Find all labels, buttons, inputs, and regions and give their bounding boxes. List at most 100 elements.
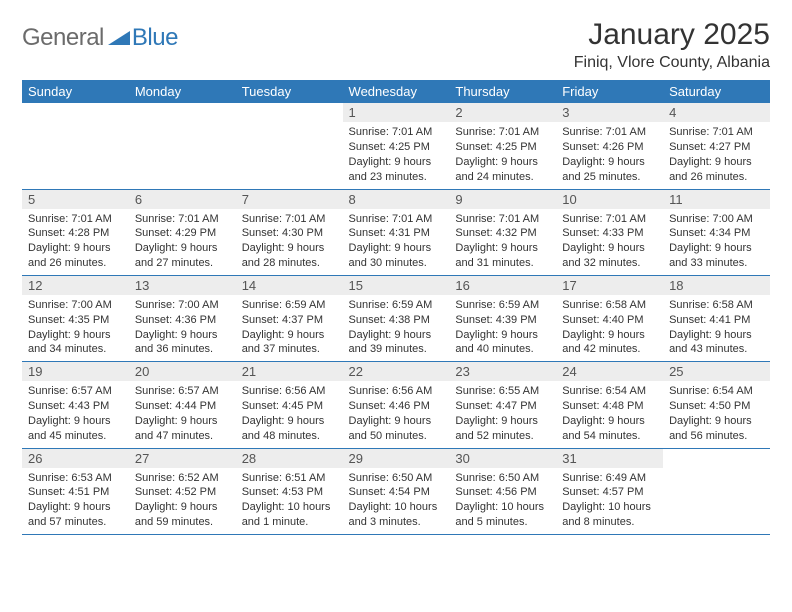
day-number: 20 (129, 362, 236, 381)
day-info: Sunrise: 7:01 AMSunset: 4:27 PMDaylight:… (663, 122, 770, 188)
calendar-day-cell: 31Sunrise: 6:49 AMSunset: 4:57 PMDayligh… (556, 448, 663, 534)
day-number: 9 (449, 190, 556, 209)
day-dl: Daylight: 9 hours and 54 minutes. (562, 414, 657, 444)
day-number: 31 (556, 449, 663, 468)
logo: General Blue (22, 18, 178, 52)
day-sr: Sunrise: 6:50 AM (349, 471, 444, 486)
day-dl: Daylight: 9 hours and 25 minutes. (562, 155, 657, 185)
day-dl: Daylight: 9 hours and 26 minutes. (669, 155, 764, 185)
day-dl: Daylight: 10 hours and 8 minutes. (562, 500, 657, 530)
day-info: Sunrise: 6:54 AMSunset: 4:48 PMDaylight:… (556, 381, 663, 447)
day-sr: Sunrise: 6:54 AM (562, 384, 657, 399)
day-dl: Daylight: 9 hours and 32 minutes. (562, 241, 657, 271)
day-sr: Sunrise: 7:01 AM (242, 212, 337, 227)
day-ss: Sunset: 4:29 PM (135, 226, 230, 241)
day-dl: Daylight: 10 hours and 5 minutes. (455, 500, 550, 530)
day-number: 19 (22, 362, 129, 381)
day-ss: Sunset: 4:54 PM (349, 485, 444, 500)
day-number: 13 (129, 276, 236, 295)
day-sr: Sunrise: 7:01 AM (349, 212, 444, 227)
day-dl: Daylight: 9 hours and 27 minutes. (135, 241, 230, 271)
day-dl: Daylight: 9 hours and 59 minutes. (135, 500, 230, 530)
day-ss: Sunset: 4:25 PM (349, 140, 444, 155)
day-dl: Daylight: 9 hours and 36 minutes. (135, 328, 230, 358)
day-sr: Sunrise: 7:01 AM (562, 212, 657, 227)
day-info: Sunrise: 6:58 AMSunset: 4:41 PMDaylight:… (663, 295, 770, 361)
day-number: 23 (449, 362, 556, 381)
calendar-day-cell: 25Sunrise: 6:54 AMSunset: 4:50 PMDayligh… (663, 362, 770, 448)
day-info: Sunrise: 7:01 AMSunset: 4:26 PMDaylight:… (556, 122, 663, 188)
calendar-day-cell (663, 448, 770, 534)
calendar-week-row: 19Sunrise: 6:57 AMSunset: 4:43 PMDayligh… (22, 362, 770, 448)
day-number: 26 (22, 449, 129, 468)
day-ss: Sunset: 4:53 PM (242, 485, 337, 500)
day-dl: Daylight: 9 hours and 57 minutes. (28, 500, 123, 530)
day-number: 11 (663, 190, 770, 209)
calendar-day-cell: 19Sunrise: 6:57 AMSunset: 4:43 PMDayligh… (22, 362, 129, 448)
calendar-day-cell: 9Sunrise: 7:01 AMSunset: 4:32 PMDaylight… (449, 189, 556, 275)
day-ss: Sunset: 4:37 PM (242, 313, 337, 328)
day-ss: Sunset: 4:48 PM (562, 399, 657, 414)
day-info: Sunrise: 6:59 AMSunset: 4:38 PMDaylight:… (343, 295, 450, 361)
day-dl: Daylight: 9 hours and 34 minutes. (28, 328, 123, 358)
calendar-day-cell (22, 103, 129, 189)
day-sr: Sunrise: 7:01 AM (455, 125, 550, 140)
day-number: 30 (449, 449, 556, 468)
calendar-table: Sunday Monday Tuesday Wednesday Thursday… (22, 80, 770, 535)
calendar-day-cell: 29 Sunrise: 6:50 AMSunset: 4:54 PMDayligh… (343, 448, 450, 534)
day-ss: Sunset: 4:33 PM (562, 226, 657, 241)
day-info: Sunrise: 7:01 AMSunset: 4:32 PMDaylight:… (449, 209, 556, 275)
day-ss: Sunset: 4:28 PM (28, 226, 123, 241)
day-info: Sunrise: 7:01 AMSunset: 4:25 PMDaylight:… (449, 122, 556, 188)
day-sr: Sunrise: 6:52 AM (135, 471, 230, 486)
day-ss: Sunset: 4:34 PM (669, 226, 764, 241)
day-number: 27 (129, 449, 236, 468)
calendar-day-cell (129, 103, 236, 189)
day-dl: Daylight: 9 hours and 52 minutes. (455, 414, 550, 444)
day-info: Sunrise: 6:52 AMSunset: 4:52 PMDaylight:… (129, 468, 236, 534)
calendar-day-cell: 13Sunrise: 7:00 AMSunset: 4:36 PMDayligh… (129, 275, 236, 361)
day-info: Sunrise: 6:51 AMSunset: 4:53 PMDaylight:… (236, 468, 343, 534)
day-ss: Sunset: 4:39 PM (455, 313, 550, 328)
calendar-week-row: 1Sunrise: 7:01 AMSunset: 4:25 PMDaylight… (22, 103, 770, 189)
day-info: Sunrise: 7:01 AMSunset: 4:31 PMDaylight:… (343, 209, 450, 275)
day-dl: Daylight: 9 hours and 23 minutes. (349, 155, 444, 185)
weekday-header: Sunday (22, 80, 129, 103)
calendar-day-cell: 30Sunrise: 6:50 AMSunset: 4:56 PMDayligh… (449, 448, 556, 534)
day-number: 1 (343, 103, 450, 122)
day-info: Sunrise: 6:59 AMSunset: 4:37 PMDaylight:… (236, 295, 343, 361)
day-sr: Sunrise: 7:00 AM (669, 212, 764, 227)
day-number: 4 (663, 103, 770, 122)
day-info: Sunrise: 6:56 AMSunset: 4:46 PMDaylight:… (343, 381, 450, 447)
day-info: Sunrise: 7:01 AMSunset: 4:28 PMDaylight:… (22, 209, 129, 275)
day-info: Sunrise: 7:00 AMSunset: 4:34 PMDaylight:… (663, 209, 770, 275)
calendar-day-cell: 15Sunrise: 6:59 AMSunset: 4:38 PMDayligh… (343, 275, 450, 361)
day-dl: Daylight: 10 hours and 3 minutes. (349, 500, 444, 530)
day-sr: Sunrise: 7:00 AM (28, 298, 123, 313)
day-dl: Daylight: 9 hours and 45 minutes. (28, 414, 123, 444)
calendar-day-cell: 12Sunrise: 7:00 AMSunset: 4:35 PMDayligh… (22, 275, 129, 361)
day-ss: Sunset: 4:43 PM (28, 399, 123, 414)
day-number: 29 (343, 449, 450, 468)
day-info: Sunrise: 6:57 AMSunset: 4:43 PMDaylight:… (22, 381, 129, 447)
day-dl: Daylight: 9 hours and 37 minutes. (242, 328, 337, 358)
day-sr: Sunrise: 6:51 AM (242, 471, 337, 486)
day-sr: Sunrise: 6:55 AM (455, 384, 550, 399)
day-ss: Sunset: 4:35 PM (28, 313, 123, 328)
day-sr: Sunrise: 6:59 AM (349, 298, 444, 313)
calendar-day-cell: 14Sunrise: 6:59 AMSunset: 4:37 PMDayligh… (236, 275, 343, 361)
day-dl: Daylight: 10 hours and 1 minute. (242, 500, 337, 530)
weekday-header: Tuesday (236, 80, 343, 103)
day-info: Sunrise: 6:50 AMSunset: 4:56 PMDaylight:… (449, 468, 556, 534)
day-info: Sunrise: 6:56 AMSunset: 4:45 PMDaylight:… (236, 381, 343, 447)
day-ss: Sunset: 4:52 PM (135, 485, 230, 500)
day-sr: Sunrise: 6:53 AM (28, 471, 123, 486)
logo-text-blue: Blue (132, 24, 178, 52)
day-sr: Sunrise: 6:50 AM (455, 471, 550, 486)
day-ss: Sunset: 4:38 PM (349, 313, 444, 328)
calendar-day-cell: 22Sunrise: 6:56 AMSunset: 4:46 PMDayligh… (343, 362, 450, 448)
day-number: 5 (22, 190, 129, 209)
weekday-header: Monday (129, 80, 236, 103)
day-ss: Sunset: 4:26 PM (562, 140, 657, 155)
day-dl: Daylight: 9 hours and 33 minutes. (669, 241, 764, 271)
